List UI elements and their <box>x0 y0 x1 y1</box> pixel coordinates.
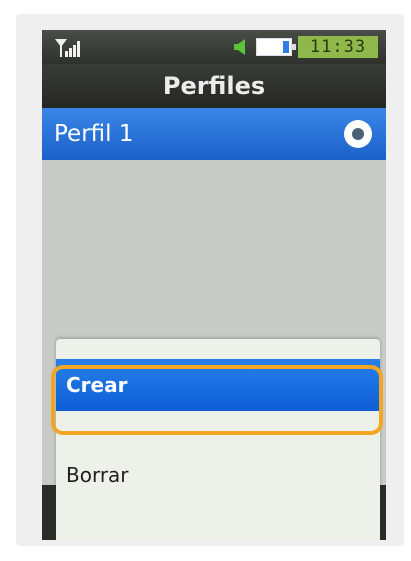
profile-label: Perfil 1 <box>54 121 134 147</box>
radio-selected-icon[interactable] <box>344 120 372 148</box>
menu-shadow-left <box>42 485 56 540</box>
phone-screen: 11:33 Perfiles Perfil 1 Crear Borrar <box>42 30 386 540</box>
battery-tip <box>292 44 296 50</box>
clock: 11:33 <box>298 36 378 58</box>
battery-icon <box>256 38 296 56</box>
menu-item-delete[interactable]: Borrar <box>56 449 380 501</box>
radio-dot <box>352 128 364 140</box>
menu-shadow-right <box>380 485 386 540</box>
page-title: Perfiles <box>42 64 386 108</box>
signal-bars-icon <box>55 39 80 57</box>
context-menu: Crear Borrar <box>56 339 380 540</box>
speaker-icon <box>234 39 245 55</box>
status-bar: 11:33 <box>42 30 386 64</box>
profile-list-item[interactable]: Perfil 1 <box>42 108 386 160</box>
menu-item-create[interactable]: Crear <box>56 359 380 411</box>
battery-level <box>283 41 289 53</box>
